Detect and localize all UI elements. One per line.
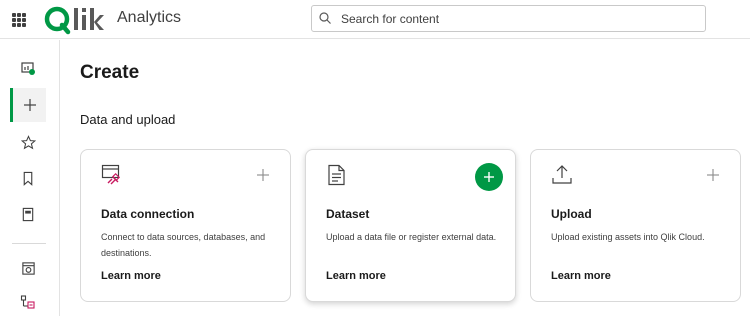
add-data-connection-icon[interactable] — [256, 168, 270, 182]
learn-more-link[interactable]: Learn more — [551, 270, 611, 282]
main-content: Create Data and upload Data connection C… — [60, 40, 750, 316]
search-box[interactable] — [311, 5, 706, 32]
sidebar-item-analytics[interactable] — [10, 251, 46, 285]
sidebar — [0, 40, 60, 316]
learn-more-link[interactable]: Learn more — [326, 270, 386, 282]
search-input[interactable] — [341, 10, 691, 28]
search-icon — [319, 12, 331, 24]
top-bar: Analytics — [0, 0, 750, 39]
add-dataset-button[interactable] — [475, 163, 503, 191]
app-launcher-icon[interactable] — [12, 13, 26, 27]
card-title: Upload — [551, 207, 592, 221]
qlik-logo[interactable] — [44, 5, 104, 35]
qlik-logo-mark — [44, 6, 104, 35]
dataset-icon — [328, 164, 345, 186]
card-data-connection[interactable]: Data connection Connect to data sources,… — [80, 149, 291, 302]
card-title: Dataset — [326, 207, 370, 221]
analytics-icon — [21, 261, 35, 275]
sidebar-item-favorites[interactable] — [10, 125, 46, 159]
data-connection-icon — [101, 164, 121, 185]
app-name: Analytics — [117, 9, 182, 26]
upload-icon — [552, 165, 572, 184]
home-icon — [21, 62, 35, 75]
card-dataset[interactable]: Dataset Upload a data file or register e… — [305, 149, 516, 302]
section-title: Data and upload — [80, 112, 176, 127]
card-upload[interactable]: Upload Upload existing assets into Qlik … — [530, 149, 741, 302]
page-title: Create — [80, 62, 140, 83]
sidebar-item-create[interactable] — [10, 88, 46, 122]
plus-icon — [23, 99, 36, 111]
card-title: Data connection — [101, 207, 195, 221]
add-upload-icon[interactable] — [706, 168, 720, 182]
sidebar-item-collections[interactable] — [10, 161, 46, 195]
catalog-icon — [22, 207, 34, 221]
card-description: Upload a data file or register external … — [326, 232, 497, 242]
bookmark-icon — [23, 171, 33, 186]
learn-more-link[interactable]: Learn more — [101, 270, 161, 282]
sidebar-item-home[interactable] — [10, 52, 46, 86]
card-description: Connect to data sources, databases, and … — [101, 232, 266, 258]
sidebar-divider — [12, 243, 46, 244]
card-description: Upload existing assets into Qlik Cloud. — [551, 232, 705, 242]
sidebar-item-catalog[interactable] — [10, 197, 46, 231]
sidebar-item-data[interactable] — [10, 285, 46, 319]
data-flow-icon — [20, 295, 35, 309]
star-icon — [20, 134, 36, 149]
plus-icon — [484, 172, 494, 182]
